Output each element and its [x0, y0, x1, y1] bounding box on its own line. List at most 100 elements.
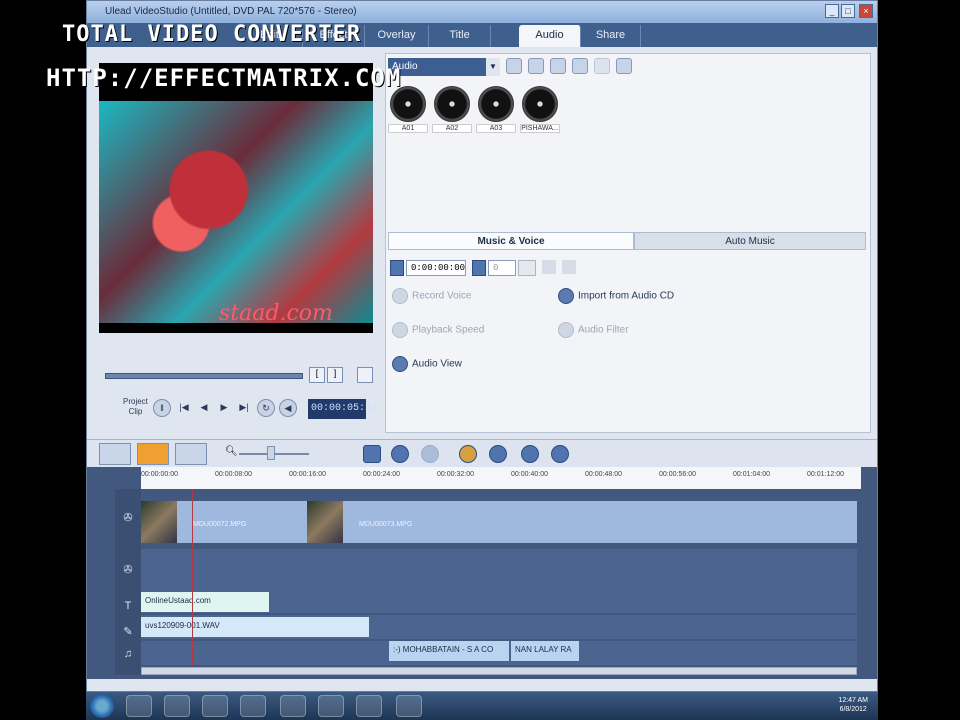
library-dropdown[interactable]: Audio ▼ — [388, 58, 500, 76]
zoom-slider-handle[interactable] — [267, 446, 275, 460]
voice-track-icon[interactable]: ✎ — [121, 625, 135, 639]
record-voice-button[interactable]: Record Voice — [392, 288, 471, 304]
previous-frame-icon[interactable]: ◀ — [195, 399, 213, 417]
pause-icon[interactable]: ‖ — [153, 399, 171, 417]
voice-clip[interactable]: uvs120909-001.WAV — [141, 617, 369, 637]
track-headers: ✇ ✇ T ✎ ♫ — [115, 489, 141, 675]
fade-in-icon[interactable] — [542, 260, 556, 274]
tab-overlay[interactable]: Overlay — [365, 25, 429, 47]
overlay-track[interactable] — [141, 549, 857, 591]
timeline-ruler[interactable]: 00:00:00:00 00:00:08:00 00:00:16:00 00:0… — [141, 467, 861, 489]
audio-disc-icon — [434, 86, 470, 122]
tab-share[interactable]: Share — [581, 25, 641, 47]
music-track[interactable]: :-) MOHABBATAIN - S A CO NAN LALAY RA — [141, 641, 857, 665]
storyboard-view-button[interactable] — [99, 443, 131, 465]
preview-window: staad.com — [99, 63, 373, 333]
clip-thumbnail — [141, 501, 177, 543]
chevron-down-icon: ▼ — [486, 58, 500, 76]
music-clip[interactable]: NAN LALAY RA — [511, 641, 579, 661]
volume-icon[interactable]: ◀ — [279, 399, 297, 417]
library-item[interactable]: PISHAWA... — [520, 86, 560, 142]
close-icon[interactable]: × — [859, 4, 873, 18]
duration-field[interactable]: 0:00:00:00 — [406, 260, 466, 276]
library-manager-icon[interactable] — [550, 58, 566, 74]
view-toolbar: 🔍︎ — [87, 439, 877, 467]
videostudio-icon[interactable] — [396, 695, 422, 717]
zoom-out-icon[interactable]: 🔍︎ — [225, 446, 238, 457]
clip-mode-label[interactable]: Clip — [123, 407, 148, 417]
disabled-tool-icon[interactable] — [421, 445, 439, 463]
video-clip[interactable]: MDU00072.MPG — [141, 501, 307, 543]
record-capture-icon[interactable] — [391, 445, 409, 463]
repeat-icon[interactable]: ↻ — [257, 399, 275, 417]
audio-view-button[interactable]: Audio View — [392, 356, 462, 372]
maximize-icon[interactable]: □ — [841, 4, 855, 18]
preview-frame — [99, 101, 373, 323]
window-title: Ulead VideoStudio (Untitled, DVD PAL 720… — [105, 6, 357, 17]
title-clip[interactable]: OnlineUstaad.com — [141, 592, 269, 612]
mark-out-button[interactable]: ] — [327, 367, 343, 383]
smart-proxy-icon[interactable] — [459, 445, 477, 463]
batch-convert-icon[interactable] — [489, 445, 507, 463]
insert-media-icon[interactable] — [363, 445, 381, 463]
sort-icon[interactable] — [572, 58, 588, 74]
title-track[interactable]: OnlineUstaad.com — [141, 591, 857, 613]
fade-out-icon[interactable] — [562, 260, 576, 274]
playback-speed-button[interactable]: Playback Speed — [392, 322, 484, 338]
volume-field[interactable]: 0 — [488, 260, 516, 276]
video-clip[interactable]: MDU00073.MPG — [307, 501, 857, 543]
clip-volume-icon — [472, 260, 486, 276]
enlarge-icon[interactable] — [357, 367, 373, 383]
voice-track[interactable]: uvs120909-001.WAV — [141, 615, 857, 639]
delete-icon[interactable] — [594, 58, 610, 74]
library-panel: Audio ▼ A01 A02 A03 PISHAWA... Music & V… — [385, 53, 871, 433]
duration-icon — [390, 260, 404, 276]
track-manager-icon[interactable] — [521, 445, 539, 463]
expand-icon[interactable] — [616, 58, 632, 74]
audio-view-toggle[interactable] — [175, 443, 207, 465]
tab-auto-music[interactable]: Auto Music — [634, 232, 866, 250]
skype-icon[interactable] — [280, 695, 306, 717]
preview-scrubber[interactable] — [105, 373, 303, 379]
overlay-track-icon[interactable]: ✇ — [121, 563, 135, 577]
preview-caption: staad.com — [219, 301, 333, 326]
chrome-icon[interactable] — [164, 695, 190, 717]
audio-filter-button[interactable]: Audio Filter — [558, 322, 629, 338]
tab-audio[interactable]: Audio — [519, 25, 581, 47]
mark-in-button[interactable]: [ — [309, 367, 325, 383]
app-icon[interactable] — [356, 695, 382, 717]
folder-icon[interactable] — [506, 58, 522, 74]
music-clip[interactable]: :-) MOHABBATAIN - S A CO — [389, 641, 509, 661]
minimize-icon[interactable]: _ — [825, 4, 839, 18]
tab-music-voice[interactable]: Music & Voice — [388, 232, 634, 250]
video-track-icon[interactable]: ✇ — [121, 511, 135, 525]
playhead[interactable] — [192, 489, 193, 665]
system-clock[interactable]: 12:47 AM 6/8/2012 — [838, 696, 868, 714]
audio-file-icon[interactable] — [528, 58, 544, 74]
title-bar: Ulead VideoStudio (Untitled, DVD PAL 720… — [87, 1, 877, 23]
project-mode-label[interactable]: Project — [123, 397, 148, 407]
timeline-view-button[interactable] — [137, 443, 169, 465]
home-icon[interactable]: |◀ — [175, 399, 193, 417]
next-frame-icon[interactable]: ▶ — [215, 399, 233, 417]
media-player-icon[interactable] — [240, 695, 266, 717]
notepad-icon[interactable] — [318, 695, 344, 717]
timecode-display[interactable]: 00:00:05:12 — [308, 399, 377, 419]
library-item[interactable]: A02 — [432, 86, 472, 142]
timeline-scrollbar[interactable] — [141, 667, 857, 675]
internet-explorer-icon[interactable] — [126, 695, 152, 717]
music-track-icon[interactable]: ♫ — [121, 647, 135, 661]
mix-icon[interactable] — [551, 445, 569, 463]
library-item[interactable]: A01 — [388, 86, 428, 142]
end-icon[interactable]: ▶| — [235, 399, 253, 417]
audio-disc-icon — [522, 86, 558, 122]
library-item[interactable]: A03 — [476, 86, 516, 142]
microphone-icon — [392, 288, 408, 304]
volume-stepper[interactable] — [518, 260, 536, 276]
title-track-icon[interactable]: T — [121, 599, 135, 613]
audio-view-icon — [392, 356, 408, 372]
import-audio-cd-button[interactable]: Import from Audio CD — [558, 288, 674, 304]
tab-title[interactable]: Title — [429, 25, 491, 47]
start-button[interactable] — [90, 694, 114, 718]
folder-icon[interactable] — [202, 695, 228, 717]
